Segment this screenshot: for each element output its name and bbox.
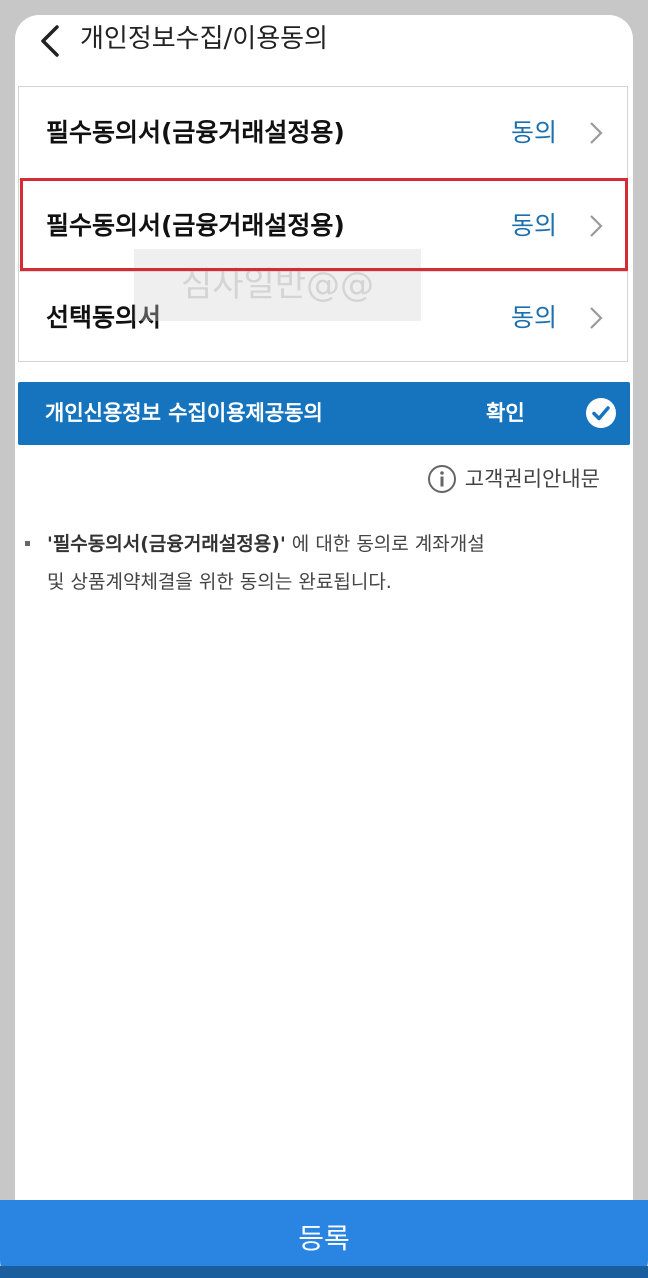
back-button[interactable] xyxy=(37,23,67,59)
bullet xyxy=(25,541,30,546)
chevron-right-icon xyxy=(590,215,603,237)
chevron-right-icon xyxy=(590,122,603,144)
consent-row-required-2[interactable]: 필수동의서(금융거래설정용) 동의 xyxy=(19,179,627,272)
consent-row-optional[interactable]: 선택동의서 동의 xyxy=(19,271,627,364)
credit-consent-bar[interactable]: 개인신용정보 수집이용제공동의 확인 xyxy=(18,382,630,445)
chevron-right-icon xyxy=(590,307,603,329)
customer-rights-link[interactable]: 고객권리안내문 xyxy=(427,461,600,497)
customer-rights-label: 고객권리안내문 xyxy=(464,467,600,491)
info-icon xyxy=(427,464,456,493)
consent-label: 선택동의서 xyxy=(46,303,162,332)
notice-line-2: 및 상품계약체결을 위한 동의는 완료됩니다. xyxy=(47,571,392,593)
notice-text: '필수동의서(금융거래설정용)' 에 대한 동의로 계좌개설 및 상품계약체결을… xyxy=(47,525,567,601)
consent-status: 동의 xyxy=(510,303,557,332)
consent-label: 필수동의서(금융거래설정용) xyxy=(46,211,345,240)
consent-status: 동의 xyxy=(510,211,557,240)
credit-consent-status: 확인 xyxy=(486,401,525,425)
notice-line-1: 에 대한 동의로 계좌개설 xyxy=(285,533,485,555)
notice-quote: '필수동의서(금융거래설정용)' xyxy=(47,533,286,555)
header: 개인정보수집/이용동의 xyxy=(15,15,633,73)
consent-status: 동의 xyxy=(510,118,557,147)
credit-consent-label: 개인신용정보 수집이용제공동의 xyxy=(45,401,323,425)
consent-screen: 개인정보수집/이용동의 필수동의서(금융거래설정용) 동의 필수동의서(금융거래… xyxy=(15,15,633,1263)
consent-row-required-1[interactable]: 필수동의서(금융거래설정용) 동의 xyxy=(19,87,627,179)
bottom-edge xyxy=(0,1266,648,1278)
consent-list: 필수동의서(금융거래설정용) 동의 필수동의서(금융거래설정용) 동의 선택동의… xyxy=(18,86,628,362)
check-circle-icon xyxy=(586,398,616,428)
consent-label: 필수동의서(금융거래설정용) xyxy=(46,118,345,147)
chevron-left-icon xyxy=(41,25,59,57)
page-title: 개인정보수집/이용동의 xyxy=(80,24,328,54)
